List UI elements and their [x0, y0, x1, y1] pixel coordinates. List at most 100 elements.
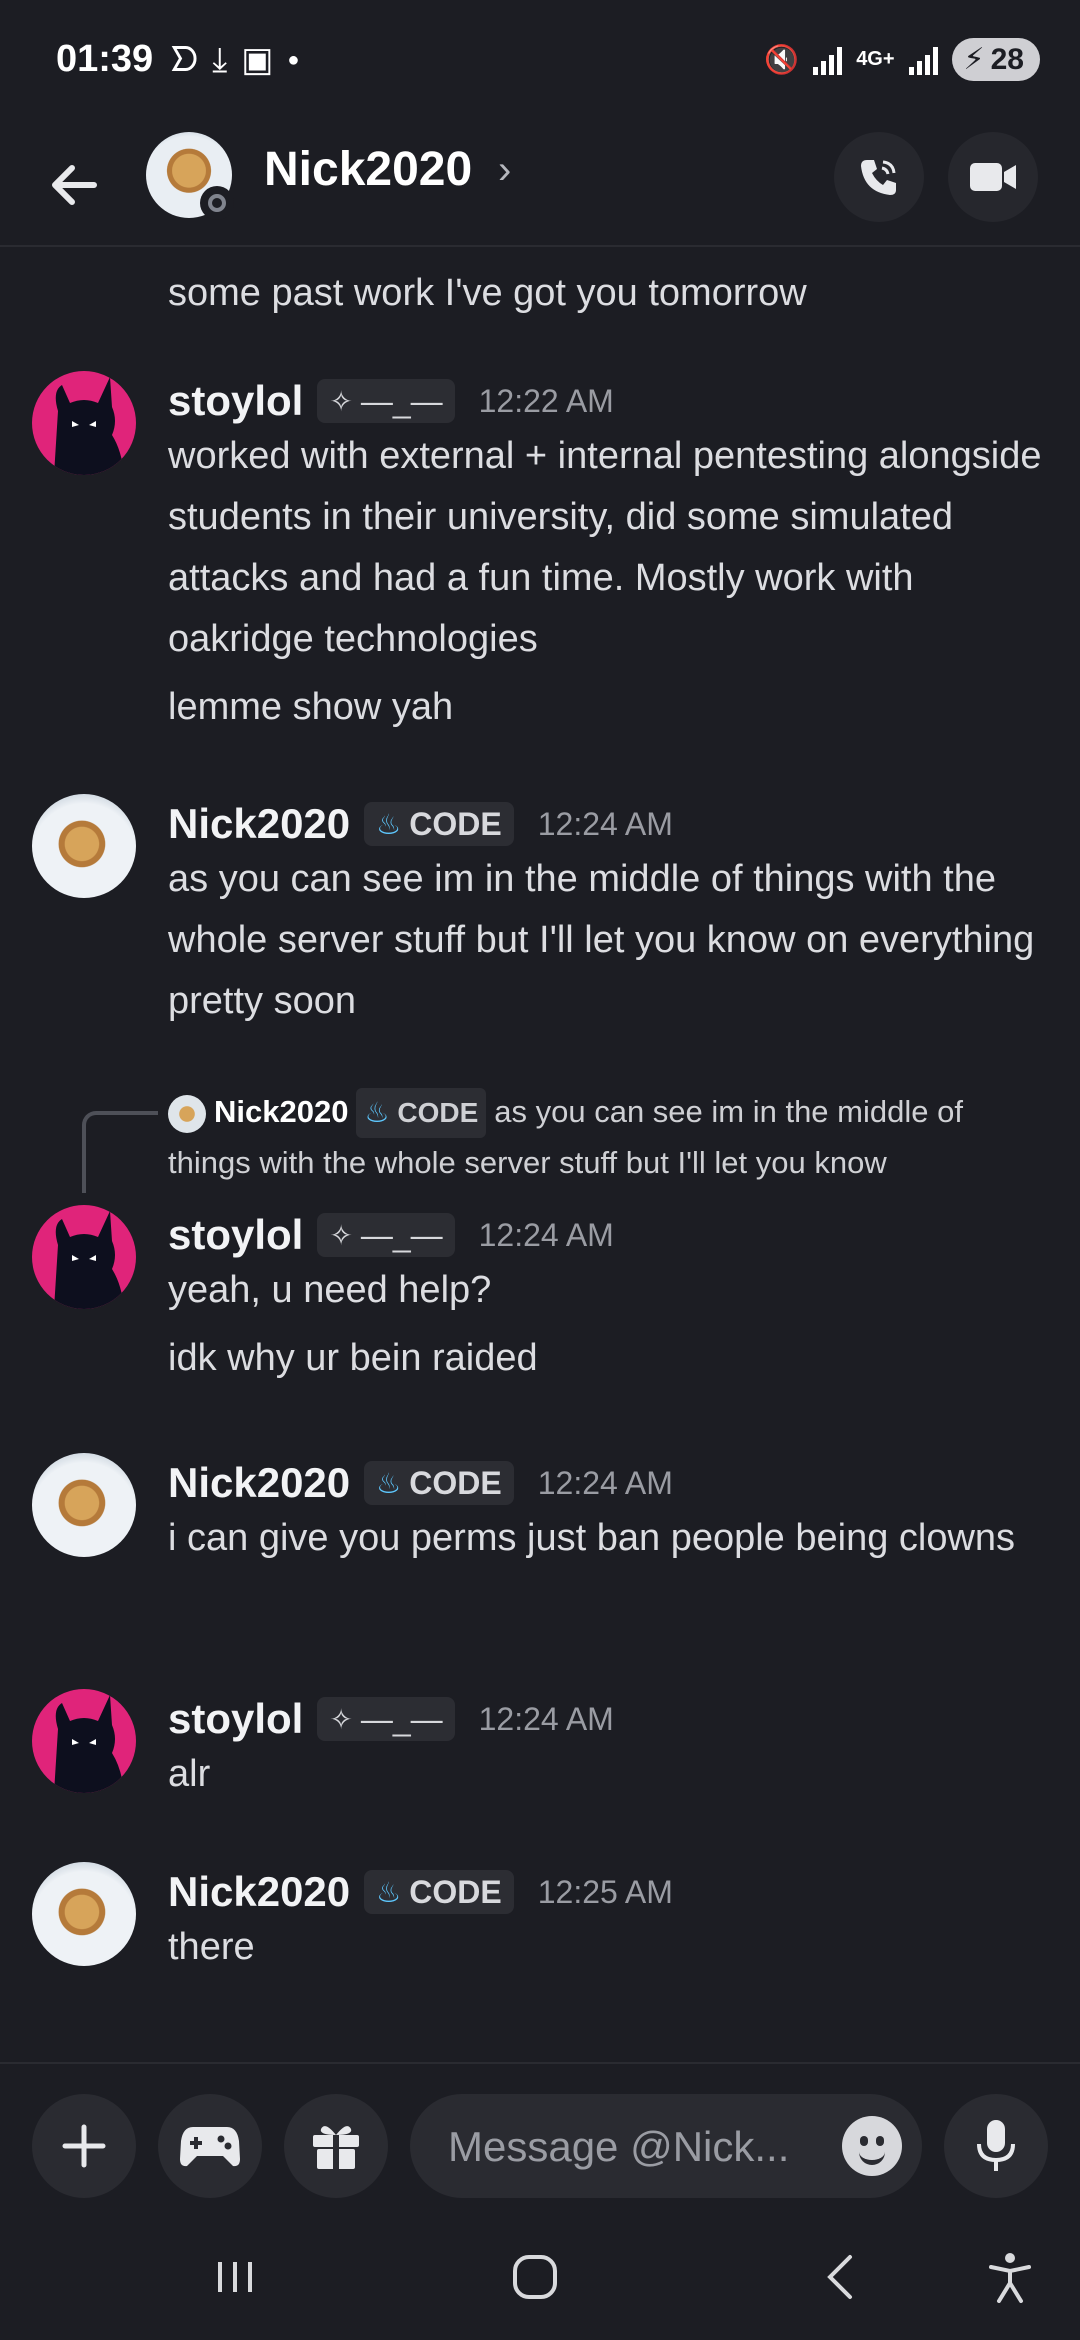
back-nav-button[interactable]: [795, 2237, 885, 2317]
cat-avatar-icon: [54, 1211, 124, 1309]
status-notification-icons: ᗤ ⤓ ▣ ●: [170, 40, 299, 80]
voice-message-button[interactable]: [944, 2094, 1048, 2198]
author-name[interactable]: Nick2020: [168, 1868, 350, 1916]
back-button[interactable]: [40, 150, 110, 220]
server-tag[interactable]: ✧ —_—: [317, 1213, 455, 1257]
message-text[interactable]: i can give you perms just ban people bei…: [168, 1508, 1048, 1569]
avatar[interactable]: [32, 1453, 136, 1557]
status-bar: 01:39 ᗤ ⤓ ▣ ● 🔇 4G+ ⚡ 28: [0, 0, 1080, 120]
author-name[interactable]: stoylol: [168, 1211, 303, 1259]
status-time: 01:39: [56, 38, 154, 80]
reply-tag-text: CODE: [397, 1097, 479, 1128]
blue-flame-icon: ♨: [364, 1097, 390, 1128]
home-button[interactable]: [490, 2237, 580, 2317]
server-tag-text: —_—: [360, 1700, 443, 1737]
system-navigation-bar: [0, 2217, 1080, 2340]
add-attachment-button[interactable]: [32, 2094, 136, 2198]
message-text[interactable]: worked with external + internal pentesti…: [168, 426, 1048, 670]
accessibility-button[interactable]: [965, 2237, 1055, 2317]
message-composer: [0, 2062, 1080, 2219]
contact-name[interactable]: Nick2020: [264, 142, 472, 197]
author-name[interactable]: Nick2020: [168, 800, 350, 848]
message-text[interactable]: as you can see im in the middle of thing…: [168, 849, 1048, 1032]
plus-icon: [62, 2124, 106, 2168]
avatar[interactable]: [32, 1205, 136, 1309]
signal-icon: [813, 45, 843, 75]
avatar[interactable]: [32, 1689, 136, 1793]
message-text[interactable]: alr: [168, 1744, 1048, 1805]
sparkle-icon: ✧: [329, 1219, 353, 1251]
download-icon: ⤓: [212, 40, 228, 79]
timestamp: 12:22 AM: [478, 382, 614, 419]
video-camera-icon: [970, 163, 1016, 191]
arrow-left-icon: [52, 165, 97, 205]
reply-author: Nick2020: [214, 1094, 349, 1129]
emoji-button[interactable]: [842, 2116, 902, 2176]
server-tag[interactable]: ♨ CODE: [364, 802, 514, 846]
gift-button[interactable]: [284, 2094, 388, 2198]
smile-icon: [859, 2146, 885, 2165]
blue-flame-icon: ♨: [376, 1876, 402, 1908]
dot-icon: ●: [287, 48, 300, 71]
reply-tag: ♨ CODE: [356, 1088, 487, 1138]
message-text[interactable]: idk why ur bein raided: [168, 1328, 1048, 1389]
avatar[interactable]: [32, 371, 136, 475]
server-tag-text: —_—: [360, 382, 443, 419]
chat-header: Nick2020 ›: [0, 120, 1080, 247]
message-text[interactable]: yeah, u need help?: [168, 1260, 1048, 1321]
message-input-container[interactable]: [410, 2094, 922, 2200]
screenshot-icon: ▣: [241, 41, 274, 79]
signal-icon-2: [908, 45, 938, 75]
author-name[interactable]: Nick2020: [168, 1459, 350, 1507]
reply-avatar: [168, 1094, 206, 1133]
blue-flame-icon: ♨: [376, 808, 402, 840]
hotspot-icon: ᗤ: [170, 40, 199, 79]
server-tag[interactable]: ♨ CODE: [364, 1870, 514, 1914]
sparkle-icon: ✧: [329, 1703, 353, 1735]
mute-icon: 🔇: [764, 44, 800, 75]
reply-connector: [82, 1111, 158, 1193]
phone-call-icon: [861, 160, 896, 195]
battery-indicator: ⚡ 28: [951, 38, 1040, 81]
charging-icon: ⚡: [963, 43, 985, 76]
video-call-button[interactable]: [948, 132, 1038, 222]
cat-avatar-icon: [54, 377, 124, 475]
message-list[interactable]: some past work I've got you tomorrow sto…: [0, 247, 1080, 2062]
sparkle-icon: ✧: [329, 385, 353, 417]
timestamp: 12:24 AM: [537, 805, 673, 842]
blue-flame-icon: ♨: [376, 1467, 402, 1499]
timestamp: 12:24 AM: [537, 1464, 673, 1501]
gift-icon: [313, 2126, 359, 2169]
message-input[interactable]: [446, 2094, 810, 2200]
server-tag[interactable]: ✧ —_—: [317, 379, 455, 423]
author-name[interactable]: stoylol: [168, 377, 303, 425]
server-tag-text: CODE: [409, 1464, 502, 1501]
microphone-icon: [977, 2120, 1015, 2171]
timestamp: 12:24 AM: [478, 1216, 614, 1253]
home-icon: [513, 2255, 557, 2299]
avatar[interactable]: [32, 1862, 136, 1966]
timestamp: 12:25 AM: [537, 1873, 673, 1910]
server-tag-text: CODE: [409, 1873, 502, 1910]
chevron-left-icon: [827, 2255, 852, 2299]
gamepad-icon: [180, 2127, 240, 2167]
recent-apps-button[interactable]: [190, 2237, 280, 2317]
accessibility-icon: [989, 2253, 1031, 2303]
chevron-right-icon[interactable]: ›: [498, 148, 511, 193]
author-name[interactable]: stoylol: [168, 1695, 303, 1743]
message-text[interactable]: lemme show yah: [168, 677, 1048, 738]
server-tag[interactable]: ✧ —_—: [317, 1697, 455, 1741]
message-text[interactable]: there: [168, 1917, 1048, 1978]
activities-button[interactable]: [158, 2094, 262, 2198]
server-tag-text: CODE: [409, 805, 502, 842]
battery-level: 28: [990, 42, 1024, 76]
avatar[interactable]: [32, 794, 136, 898]
reply-preview[interactable]: Nick2020 ♨ CODE as you can see im in the m…: [168, 1087, 1048, 1188]
network-type: 4G+: [856, 48, 895, 70]
server-tag[interactable]: ♨ CODE: [364, 1461, 514, 1505]
server-tag-text: —_—: [360, 1216, 443, 1253]
timestamp: 12:24 AM: [478, 1700, 614, 1737]
voice-call-button[interactable]: [834, 132, 924, 222]
cat-avatar-icon: [54, 1695, 124, 1793]
message-text: some past work I've got you tomorrow: [168, 272, 807, 314]
